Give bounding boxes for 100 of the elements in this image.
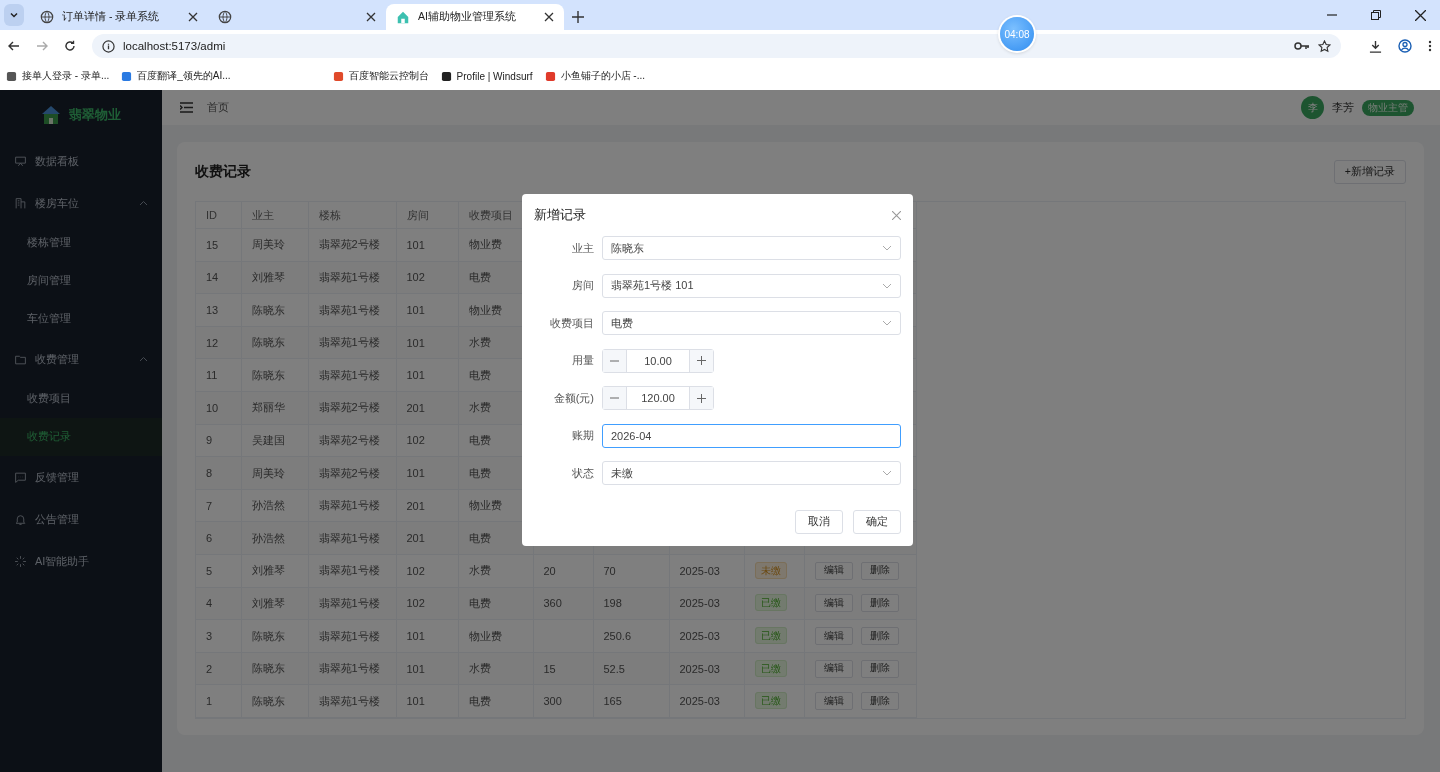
field-label: 收费项目 bbox=[549, 315, 595, 331]
delete-button[interactable]: 删除 bbox=[860, 561, 899, 580]
plus-icon[interactable] bbox=[689, 387, 713, 409]
table-cell: 12 bbox=[206, 336, 219, 349]
cancel-button[interactable]: 取消 bbox=[795, 510, 843, 534]
table-cell: 101 bbox=[406, 369, 425, 382]
table-cell: 翡翠苑1号楼 bbox=[318, 336, 380, 349]
table-cell: 2025-03 bbox=[679, 630, 720, 642]
table-cell: 102 bbox=[406, 597, 425, 610]
user-name: 李芳 bbox=[1332, 100, 1354, 116]
column-header: 业主 bbox=[241, 202, 308, 229]
sidebar-item[interactable]: 公告管理 bbox=[0, 498, 162, 540]
edit-button[interactable]: 编辑 bbox=[814, 692, 853, 711]
table-cell: 101 bbox=[406, 630, 425, 642]
add-button[interactable]: +新增记录 bbox=[1333, 160, 1406, 185]
restore-icon[interactable] bbox=[1371, 10, 1381, 20]
field-label: 账期 bbox=[571, 428, 595, 443]
delete-button[interactable]: 删除 bbox=[860, 627, 899, 645]
table-cell: 物业费 bbox=[468, 629, 502, 642]
edit-button[interactable]: 编辑 bbox=[814, 627, 853, 645]
delete-button[interactable]: 删除 bbox=[860, 594, 899, 613]
table-cell: 刘雅琴 bbox=[251, 564, 285, 577]
status-tag: 已缴 bbox=[754, 659, 787, 677]
edit-button[interactable]: 编辑 bbox=[814, 659, 853, 678]
back-icon[interactable] bbox=[8, 40, 20, 52]
select-field[interactable]: 未缴 bbox=[602, 461, 901, 485]
star-icon[interactable] bbox=[1318, 39, 1331, 53]
delete-button[interactable]: 删除 bbox=[860, 659, 899, 678]
house-icon bbox=[396, 10, 410, 24]
browser-tab[interactable]: 订单详情 - 录单系统 bbox=[30, 4, 208, 30]
status-tag: 未缴 bbox=[754, 561, 787, 579]
browser-tab[interactable]: AI辅助物业管理系统 bbox=[386, 4, 564, 30]
key-icon[interactable] bbox=[1294, 41, 1310, 51]
bookmark[interactable]: 百度翻译_领先的AI... bbox=[121, 69, 231, 83]
table-cell: 水费 bbox=[468, 336, 491, 349]
sidebar-item[interactable]: 收费管理 bbox=[0, 338, 162, 380]
brand-name: 翡翠物业 bbox=[69, 106, 121, 124]
reload-icon[interactable] bbox=[64, 40, 76, 52]
sidebar-subitem[interactable]: 收费记录 bbox=[0, 418, 162, 456]
input-field[interactable]: 2026-04 bbox=[602, 423, 901, 448]
bookmark[interactable]: 接单人登录 - 录单... bbox=[6, 69, 110, 83]
table-cell: 吴建国 bbox=[251, 433, 285, 446]
edit-button[interactable]: 编辑 bbox=[814, 594, 853, 613]
table-cell: 电费 bbox=[468, 531, 491, 544]
plus-icon[interactable] bbox=[689, 349, 713, 372]
download-icon[interactable] bbox=[1369, 39, 1382, 53]
menu-item-icon bbox=[14, 154, 27, 168]
sidebar-subitem[interactable]: 楼栋管理 bbox=[0, 224, 162, 262]
table-cell: 翡翠苑2号楼 bbox=[318, 433, 380, 446]
table-cell: 翡翠苑1号楼 bbox=[318, 596, 380, 609]
profile-icon[interactable] bbox=[1398, 39, 1412, 53]
edit-button[interactable]: 编辑 bbox=[814, 561, 853, 580]
table-cell: 360 bbox=[543, 597, 562, 610]
table-cell: 翡翠苑1号楼 bbox=[318, 662, 380, 675]
table-cell: 165 bbox=[603, 695, 622, 708]
sidebar-subitem[interactable]: 车位管理 bbox=[0, 300, 162, 338]
more-icon[interactable] bbox=[1428, 40, 1432, 52]
table-cell: 101 bbox=[406, 336, 425, 349]
sidebar-item[interactable]: AI智能助手 bbox=[0, 540, 162, 582]
select-field[interactable]: 翡翠苑1号楼 101 bbox=[602, 273, 901, 298]
table-cell: 15 bbox=[543, 662, 556, 675]
table-cell: 电费 bbox=[468, 368, 491, 381]
table-cell: 翡翠苑1号楼 bbox=[318, 368, 380, 381]
table-cell: 9 bbox=[206, 434, 213, 447]
close-icon[interactable] bbox=[544, 12, 554, 22]
close-icon[interactable] bbox=[1415, 9, 1426, 21]
sidebar-item[interactable]: 数据看板 bbox=[0, 140, 162, 182]
bookmark[interactable]: Profile | Windsurf bbox=[440, 70, 533, 82]
table-cell: 刘雅琴 bbox=[251, 271, 285, 283]
tab-list-icon[interactable] bbox=[4, 4, 24, 26]
bookmark[interactable]: 百度智能云控制台 bbox=[332, 69, 429, 83]
table-cell: 孙浩然 bbox=[251, 499, 285, 512]
number-field[interactable]: 10.00 bbox=[602, 348, 714, 373]
delete-button[interactable]: 删除 bbox=[860, 692, 899, 711]
breadcrumb[interactable]: 首页 bbox=[207, 100, 229, 115]
select-field[interactable]: 电费 bbox=[602, 311, 901, 335]
sidebar-item[interactable]: 反馈管理 bbox=[0, 456, 162, 498]
table-cell: 250.6 bbox=[603, 630, 632, 642]
close-icon[interactable] bbox=[366, 12, 376, 22]
new-tab-icon[interactable] bbox=[572, 11, 584, 23]
menu-icon[interactable] bbox=[180, 102, 193, 114]
table-cell: 翡翠苑1号楼 bbox=[318, 303, 380, 316]
confirm-button[interactable]: 确定 bbox=[853, 510, 901, 534]
globe-icon bbox=[218, 10, 232, 24]
table-cell: 101 bbox=[406, 238, 425, 251]
table-cell: 198 bbox=[603, 597, 622, 610]
caret-icon bbox=[882, 245, 892, 251]
sidebar-subitem[interactable]: 房间管理 bbox=[0, 262, 162, 300]
table-cell: 201 bbox=[406, 532, 425, 545]
table-cell: 电费 bbox=[468, 433, 491, 446]
sidebar-item[interactable]: 楼房车位 bbox=[0, 182, 162, 224]
table-cell: 101 bbox=[406, 304, 425, 317]
table-cell: 翡翠苑2号楼 bbox=[318, 238, 380, 251]
field-label: 状态 bbox=[571, 465, 595, 481]
table-cell: 11 bbox=[206, 369, 218, 382]
number-field[interactable]: 120.00 bbox=[602, 386, 714, 410]
select-field[interactable]: 陈晓东 bbox=[602, 236, 901, 260]
sidebar-subitem[interactable]: 收费项目 bbox=[0, 380, 162, 418]
close-icon[interactable] bbox=[188, 12, 198, 22]
bookmark[interactable]: 小鱼铺子的小店 -... bbox=[544, 69, 645, 83]
